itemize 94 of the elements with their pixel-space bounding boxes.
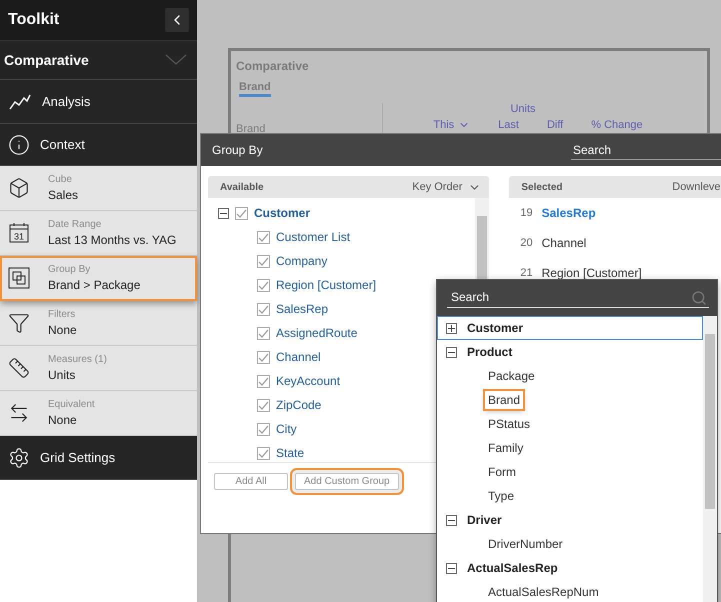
tree-item[interactable]: Region [Customer] [276, 278, 376, 292]
panel-title: Available [220, 182, 264, 192]
dimension-item[interactable]: PStatus [485, 415, 534, 433]
selected-item[interactable]: SalesRep [542, 206, 596, 220]
calendar-icon: 31 [8, 222, 30, 244]
tree-item[interactable]: ZipCode [276, 398, 322, 412]
row-number: 20 [520, 237, 533, 249]
setting-row[interactable]: Filters None [0, 301, 197, 346]
dimension-group: ActualSalesRep [467, 561, 558, 575]
selected-item[interactable]: Region [Customer] [542, 266, 642, 280]
dimension-item[interactable]: DriverNumber [485, 535, 566, 553]
dimension-item[interactable]: Type [485, 487, 518, 505]
tree-item[interactable]: Customer List [276, 230, 350, 244]
overlapping-squares-icon [8, 267, 30, 289]
setting-label: Group By [48, 264, 92, 275]
setting-label: Equivalent [48, 399, 95, 410]
setting-value: Brand > Package [48, 278, 140, 292]
dimension-item[interactable]: Form [485, 463, 519, 481]
measure-header: Units [510, 103, 536, 115]
search-icon [691, 290, 707, 306]
tree-item[interactable]: Channel [276, 350, 321, 364]
checkbox[interactable] [257, 422, 270, 436]
setting-label: Cube [48, 174, 73, 185]
search-field[interactable]: Search [571, 140, 721, 160]
collapse-icon[interactable] [446, 562, 457, 574]
sort-dropdown[interactable]: Key Order [412, 180, 482, 194]
dimension-row[interactable]: ActualSalesRep [437, 556, 703, 580]
dialog-title: Group By [212, 143, 263, 157]
tree-item[interactable]: Company [276, 254, 328, 268]
tree-item[interactable]: State [276, 446, 304, 460]
checkbox[interactable] [257, 446, 270, 460]
setting-label: Date Range [48, 219, 102, 230]
setting-label: Filters [48, 309, 76, 320]
info-icon [8, 134, 30, 156]
dimension-row[interactable]: Driver [437, 508, 703, 532]
level-option[interactable]: Downlevel [672, 181, 721, 193]
setting-value: Units [48, 368, 76, 382]
collapse-icon[interactable] [446, 346, 457, 358]
dimension-group: Driver [467, 513, 502, 527]
arrows-icon [8, 402, 30, 424]
report-title: Comparative [236, 59, 310, 73]
checkbox[interactable] [257, 374, 270, 388]
row-number: 21 [520, 267, 533, 279]
tree-item[interactable]: AssignedRoute [276, 326, 358, 340]
dimension-item[interactable]: Family [485, 439, 526, 457]
collapse-button[interactable] [165, 8, 189, 32]
settings-icon [8, 446, 30, 468]
setting-value: Sales [48, 188, 78, 202]
checkbox[interactable] [257, 254, 270, 268]
panel-title: Selected [521, 182, 563, 192]
toolkit-title: Toolkit [8, 11, 60, 29]
dialog-button[interactable]: Add All [214, 473, 288, 490]
checkbox[interactable] [257, 398, 270, 412]
nav-item[interactable]: Analysis [42, 94, 90, 109]
checkbox[interactable] [257, 278, 270, 292]
scrollbar[interactable] [703, 316, 717, 602]
dimension-row[interactable]: Product [437, 340, 703, 364]
dimension-item[interactable]: Brand [485, 391, 524, 409]
dimension-item[interactable]: Package [485, 367, 538, 385]
dimension-row[interactable]: Customer [437, 316, 703, 340]
section-title: Comparative [4, 52, 89, 68]
setting-row[interactable]: Measures (1) Units [0, 346, 197, 391]
setting-row[interactable]: 31 Date Range Last 13 Months vs. YAG [0, 211, 197, 256]
dimension-item[interactable]: ActualSalesRepNum [485, 583, 602, 601]
setting-row[interactable]: Equivalent None [0, 391, 197, 436]
selected-item[interactable]: Channel [542, 236, 586, 250]
dimension-group: Product [467, 345, 512, 359]
tree-item[interactable]: City [276, 422, 297, 436]
line-chart-icon [8, 92, 32, 110]
expand-icon[interactable] [446, 322, 457, 334]
setting-value: None [48, 323, 77, 337]
tree-item[interactable]: KeyAccount [276, 374, 340, 388]
filter-icon [8, 312, 30, 334]
checkbox[interactable] [257, 230, 270, 244]
tree-item[interactable]: SalesRep [276, 302, 328, 316]
tree-group[interactable]: Customer [254, 206, 310, 220]
checkbox[interactable] [257, 302, 270, 316]
collapse-icon[interactable] [446, 514, 457, 526]
nav-item[interactable]: Grid Settings [40, 450, 116, 465]
setting-value: Last 13 Months vs. YAG [48, 233, 176, 247]
nav-item[interactable]: Context [40, 137, 85, 152]
ruler-icon [8, 357, 30, 379]
checkbox[interactable] [235, 206, 248, 220]
cube-icon [8, 177, 30, 199]
setting-row[interactable]: Group By Brand > Package [0, 256, 197, 301]
checkbox[interactable] [257, 326, 270, 340]
collapse-icon[interactable] [218, 208, 229, 218]
row-number: 19 [520, 207, 533, 219]
setting-label: Measures (1) [48, 354, 107, 365]
chevron-down-icon[interactable] [165, 54, 187, 66]
dimension-group: Customer [467, 321, 524, 335]
setting-row[interactable]: Cube Sales [0, 166, 197, 211]
setting-value: None [48, 413, 78, 427]
checkbox[interactable] [257, 350, 270, 364]
